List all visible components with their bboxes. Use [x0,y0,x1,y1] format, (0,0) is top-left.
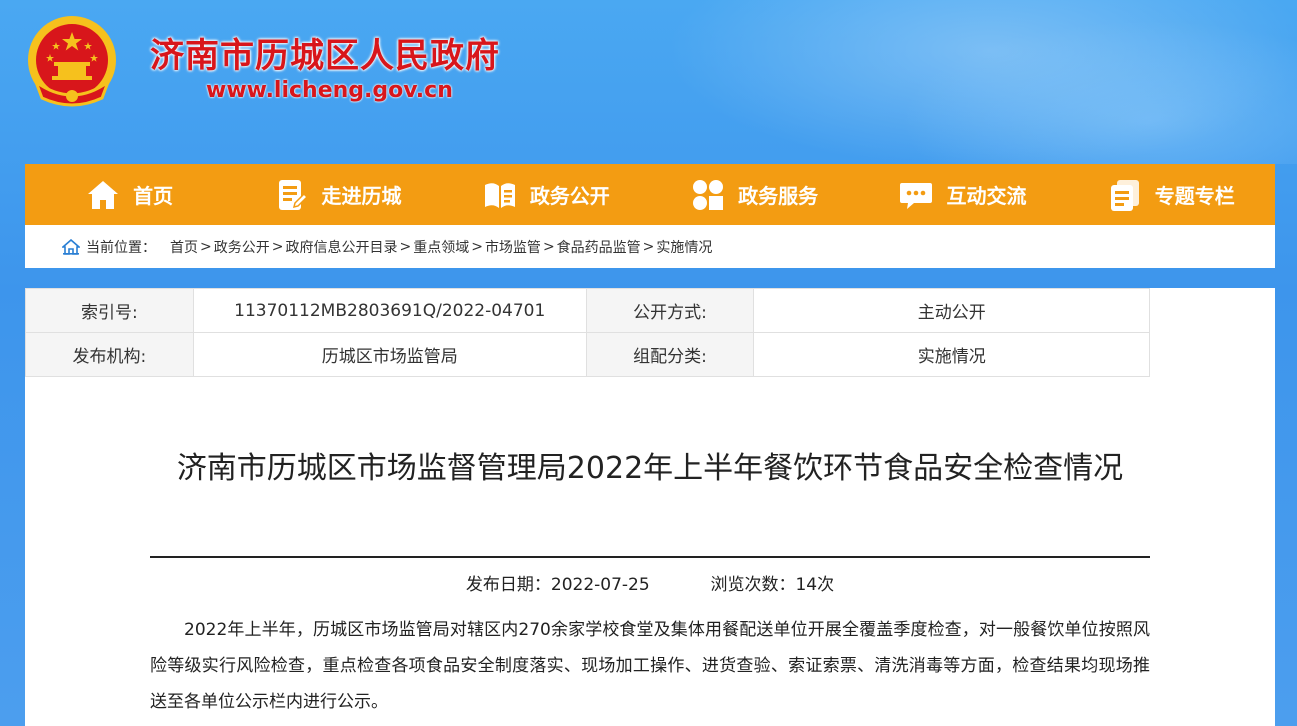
breadcrumb-separator: > [471,238,483,255]
article-title: 济南市历城区市场监督管理局2022年上半年餐饮环节食品安全检查情况 [176,451,1124,486]
breadcrumb-item-gov-open[interactable]: 政务公开 [214,237,270,257]
site-title[interactable]: 济南市历城区人民政府 [150,28,500,77]
breadcrumb-item-market-supervision[interactable]: 市场监管 [485,237,541,257]
breadcrumb-label: 当前位置： [86,239,156,256]
table-row: 发布机构: 历城区市场监管局 组配分类: 实施情况 [25,332,1150,377]
nav-item-topics[interactable]: 专题专栏 [1067,164,1275,225]
open-book-icon [484,182,515,208]
breadcrumb-item-key-areas[interactable]: 重点领域 [413,237,469,257]
nav-item-home[interactable]: 首页 [25,164,233,225]
table-row: 索引号: 11370112MB2803691Q/2022-04701 公开方式:… [25,288,1150,333]
disclosure-mode-value: 主动公开 [753,288,1150,333]
nav-item-label: 专题专栏 [1154,184,1235,208]
nav-item-label: 政务公开 [529,184,610,208]
nav-item-interaction[interactable]: 互动交流 [858,164,1066,225]
nav-item-gov-open[interactable]: 政务公开 [442,164,650,225]
breadcrumb-separator: > [642,238,655,255]
breadcrumb-separator: > [542,238,555,255]
title-divider [150,556,1150,558]
publish-date-label: 发布日期： [465,575,551,595]
site-url[interactable]: www.licheng.gov.cn [206,78,453,103]
main-nav: 首页 走进历城 政务公开 政务服务 互动交流 专题专栏 [25,164,1275,225]
category-value: 实施情况 [753,332,1150,377]
nav-item-label: 走进历城 [321,184,402,208]
nav-item-about[interactable]: 走进历城 [233,164,441,225]
article-meta: 发布日期：2022-07-25 浏览次数：14次 [150,570,1150,595]
info-meta-table: 索引号: 11370112MB2803691Q/2022-04701 公开方式:… [25,288,1150,377]
nav-item-gov-service[interactable]: 政务服务 [650,164,858,225]
disclosure-mode-label: 公开方式: [585,288,755,333]
document-icon [279,179,309,210]
publish-date: 2022-07-25 [550,575,650,595]
category-label: 组配分类: [585,332,755,377]
nav-item-label: 互动交流 [946,184,1027,208]
article-panel: 索引号: 11370112MB2803691Q/2022-04701 公开方式:… [25,288,1275,726]
publisher-value: 历城区市场监管局 [192,332,587,377]
national-emblem-icon[interactable] [22,12,122,114]
nav-item-label: 政务服务 [738,184,819,208]
index-number-value: 11370112MB2803691Q/2022-04701 [192,288,587,333]
breadcrumb-item-home[interactable]: 首页 [170,237,198,257]
view-count: 14次 [795,575,835,595]
article-body: 2022年上半年，历城区市场监管局对辖区内270余家学校食堂及集体用餐配送单位开… [150,620,1150,712]
stacked-pages-icon [1110,179,1139,211]
chat-icon [900,182,933,209]
breadcrumb-item-food-drug[interactable]: 食品药品监管 [557,237,641,257]
breadcrumb-item-implementation[interactable]: 实施情况 [656,237,712,257]
index-number-label: 索引号: [25,288,194,333]
breadcrumb-separator: > [271,238,284,255]
view-count-label: 浏览次数： [710,575,796,595]
home-icon [62,238,80,255]
grid-icon [693,179,724,210]
breadcrumb-separator: > [399,238,412,255]
nav-item-label: 首页 [133,184,174,208]
breadcrumb-separator: > [200,238,212,255]
breadcrumb: 当前位置： 首页 > 政务公开 > 政府信息公开目录 > 重点领域 > 市场监管… [25,225,1275,268]
breadcrumb-item-directory[interactable]: 政府信息公开目录 [285,237,397,257]
site-header: 济南市历城区人民政府 www.licheng.gov.cn [0,0,1297,164]
home-icon [88,180,119,209]
publisher-label: 发布机构: [25,332,194,377]
